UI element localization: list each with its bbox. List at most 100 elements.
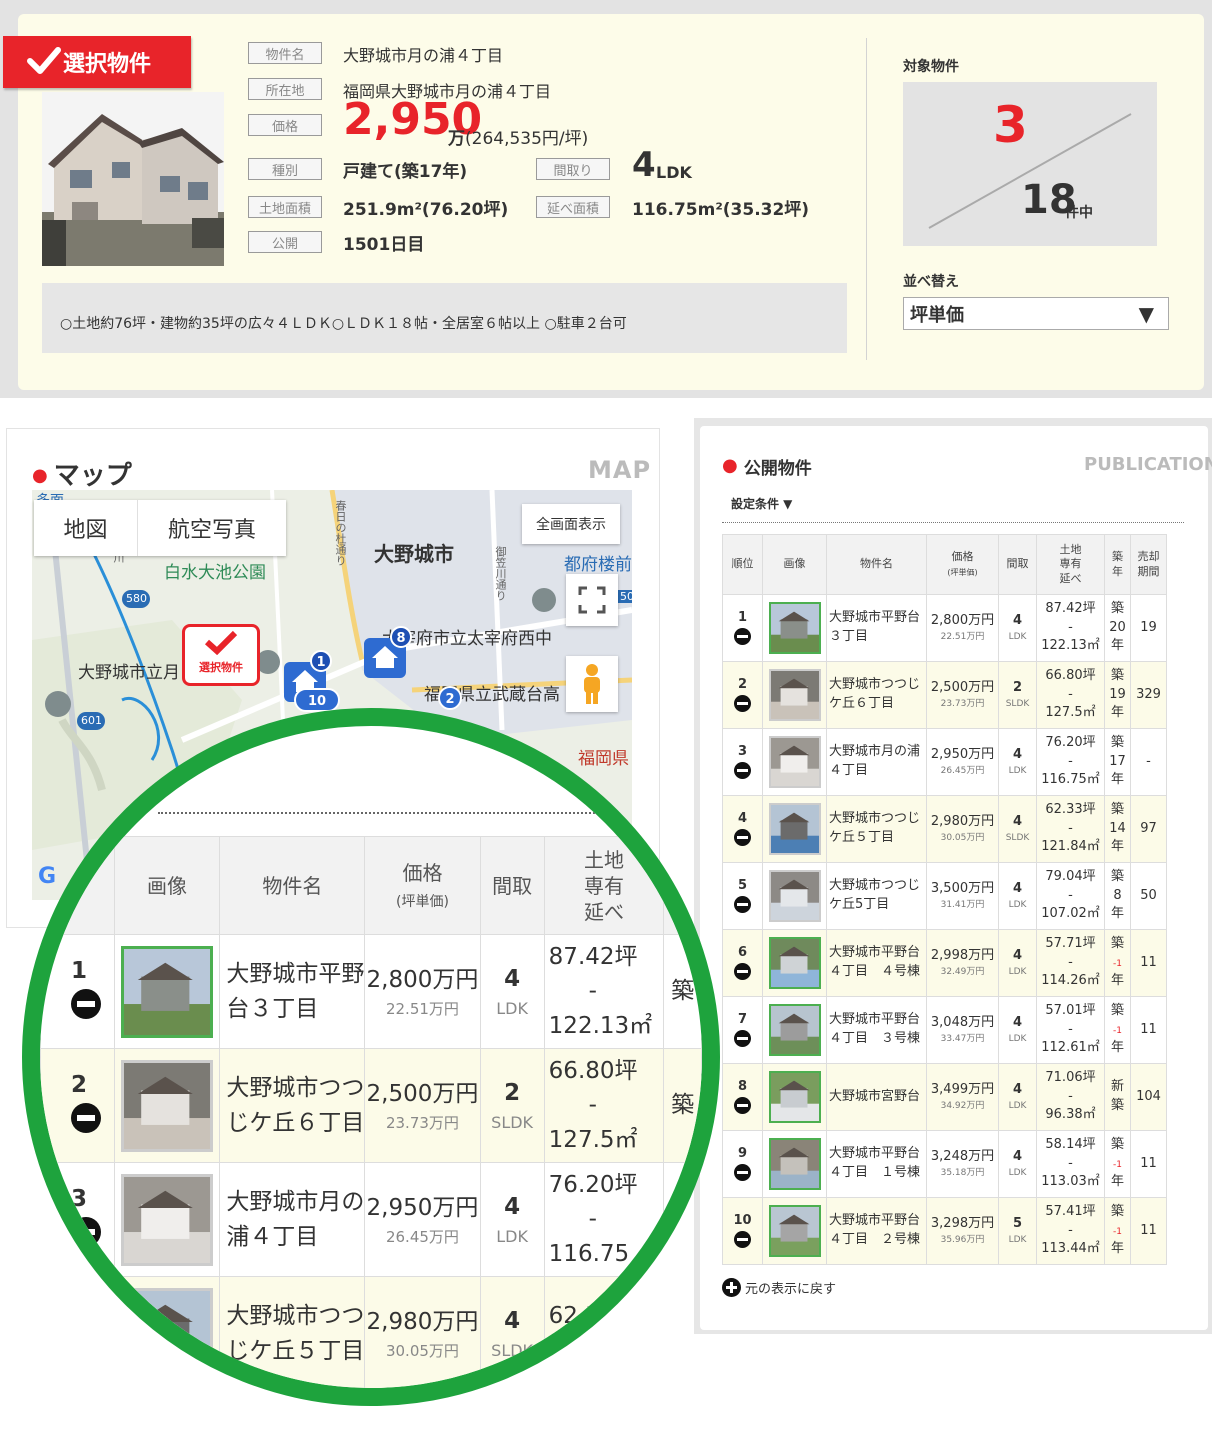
property-thumbnail[interactable] xyxy=(768,937,821,989)
property-thumbnail[interactable] xyxy=(768,736,821,788)
minus-icon[interactable] xyxy=(734,1030,751,1047)
name-cell[interactable]: 大野城市月の浦４丁目 xyxy=(826,728,927,796)
zoom-price-value: 2,800万円 xyxy=(366,967,479,993)
table-row[interactable]: 7 大野城市平野台４丁目 ３号棟 3,048万円 33.47万円 4 LDK 57.01坪 -… xyxy=(722,996,1167,1064)
table-row[interactable]: 2 大野城市つつじケ丘６丁目 2,500万円 23.73万円 2 SLDK 66.80坪 - 1… xyxy=(722,661,1167,729)
table-row[interactable]: 4 大野城市つつじケ丘５丁目 2,980万円 30.05万円 4 SLDK 62.33坪 - 1… xyxy=(722,795,1167,863)
minus-icon[interactable] xyxy=(734,695,751,712)
rank-number: 6 xyxy=(737,945,748,961)
minus-icon[interactable] xyxy=(734,762,751,779)
age-part-2: -1 xyxy=(1113,958,1122,969)
property-thumbnail[interactable] xyxy=(768,602,821,654)
property-thumbnail[interactable] xyxy=(768,1138,821,1190)
zoom-unit-price: 26.45万円 xyxy=(385,1227,459,1246)
route-505: 505 xyxy=(618,590,632,603)
tab-map[interactable]: 地図 xyxy=(34,500,138,556)
property-thumbnail[interactable] xyxy=(768,669,821,721)
sort-select[interactable]: 坪単価 ▼ xyxy=(903,297,1169,330)
th-name: 物件名 xyxy=(826,534,927,595)
price-cell: 2,500万円 23.73万円 xyxy=(926,661,999,729)
zoom-area-cell: 62.3 xyxy=(543,1276,665,1388)
sort-value: 坪単価 xyxy=(910,305,964,326)
name-cell[interactable]: 大野城市平野台４丁目 ４号棟 xyxy=(826,929,927,997)
age-part-3: 年 xyxy=(1110,1040,1124,1056)
age-part-2: 17 xyxy=(1109,753,1126,769)
minus-icon[interactable] xyxy=(734,963,751,980)
minus-icon[interactable] xyxy=(734,1097,751,1114)
name-cell[interactable]: 大野城市平野台４丁目 ２号棟 xyxy=(826,1197,927,1265)
layout-cell: 4 SLDK xyxy=(998,795,1037,863)
minus-icon[interactable] xyxy=(734,829,751,846)
unit-price: 26.45万円 xyxy=(940,765,985,776)
name-cell[interactable]: 大野城市つつじケ丘６丁目 xyxy=(826,661,927,729)
image-cell[interactable] xyxy=(762,661,827,729)
table-row[interactable]: 8 大野城市宮野台 3,499万円 34.92万円 4 LDK 71.06坪 - 96.38㎡新… xyxy=(722,1063,1167,1131)
image-cell[interactable] xyxy=(762,728,827,796)
zoom-table-header: 画像 物件名 価格 (坪単価) 間取 土地 専有 延べ xyxy=(40,836,702,935)
property-thumbnail[interactable] xyxy=(768,803,821,855)
map-title: ● マップ xyxy=(32,455,132,492)
property-thumbnail[interactable] xyxy=(768,1205,821,1257)
expand-button[interactable] xyxy=(566,574,618,626)
rank-cell: 6 xyxy=(722,929,763,997)
table-row[interactable]: 1 大野城市平野台３丁目 2,800万円 22.51万円 4 LDK 87.42坪 - 122.… xyxy=(722,594,1167,662)
table-row[interactable]: 9 大野城市平野台４丁目 １号棟 3,248万円 35.18万円 4 LDK 58.14坪 -… xyxy=(722,1130,1167,1198)
sale-cell: 11 xyxy=(1130,1197,1167,1265)
map-marker[interactable]: 8 xyxy=(364,626,412,678)
image-cell[interactable] xyxy=(762,1063,827,1131)
table-row[interactable]: 10 大野城市平野台４丁目 ２号棟 3,298万円 35.96万円 5 LDK 57.41坪… xyxy=(722,1197,1167,1265)
zoomed-table: 画像 物件名 価格 (坪単価) 間取 土地 専有 延べ 1 大野城市平野台３丁目 2,80… xyxy=(40,836,702,1388)
minus-icon[interactable] xyxy=(734,1164,751,1181)
back-link[interactable]: 元の表示に戻す xyxy=(722,1278,836,1297)
image-cell[interactable] xyxy=(762,594,827,662)
property-thumbnail[interactable] xyxy=(768,1071,821,1123)
table-row[interactable]: 5 大野城市つつじケ丘5丁目 3,500万円 31.41万円 4 LDK 79.04坪 - 10… xyxy=(722,862,1167,930)
floor-area: 112.61㎡ xyxy=(1041,1040,1100,1056)
minus-icon[interactable] xyxy=(734,1231,751,1248)
name-cell[interactable]: 大野城市宮野台 xyxy=(826,1063,927,1131)
layout-number: 4 xyxy=(1012,1015,1023,1031)
table-header: 順位 画像 物件名 価格 (坪単価) 間取 土地 専有 延べ 築年 売却 期間 xyxy=(722,534,1167,595)
zoom-price-value: 2,950万円 xyxy=(366,1195,479,1221)
minus-icon[interactable] xyxy=(734,896,751,913)
tab-aerial[interactable]: 航空写真 xyxy=(138,500,286,556)
image-cell[interactable] xyxy=(762,929,827,997)
table-row[interactable]: 3 大野城市月の浦４丁目 2,950万円 26.45万円 4 LDK 76.20坪 - 116.… xyxy=(722,728,1167,796)
image-cell[interactable] xyxy=(762,996,827,1064)
land-area: 57.71坪 xyxy=(1045,935,1096,951)
layout-type: LDK xyxy=(1008,966,1027,977)
selected-map-marker[interactable]: 選択物件 xyxy=(182,624,260,686)
zoom-table-row: 2 大野城市つつじケ丘６丁目 2,500万円 23.73万円 2 SLDK 66.80坪 - 1… xyxy=(40,1048,702,1163)
property-thumbnail[interactable] xyxy=(768,870,821,922)
image-cell[interactable] xyxy=(762,1130,827,1198)
zoom-extra-cell: 築 xyxy=(663,1048,702,1163)
zoom-rank-number: 2 xyxy=(71,1072,88,1098)
land-area: 66.80坪 xyxy=(1045,667,1096,683)
name-cell[interactable]: 大野城市平野台４丁目 ３号棟 xyxy=(826,996,927,1064)
route-580: 580 xyxy=(126,592,147,605)
zoom-area-dash: - xyxy=(588,978,597,1005)
image-cell[interactable] xyxy=(762,1197,827,1265)
fullscreen-button[interactable]: 全画面表示 xyxy=(522,504,620,544)
land-area: 57.01坪 xyxy=(1045,1002,1096,1018)
zoom-area-dash: - xyxy=(588,1206,597,1233)
marker-number[interactable]: 10 xyxy=(294,688,340,712)
name-cell[interactable]: 大野城市平野台３丁目 xyxy=(826,594,927,662)
streetview-button[interactable] xyxy=(566,656,618,712)
zoom-extra-cell xyxy=(663,1276,702,1388)
property-thumbnail[interactable] xyxy=(768,1004,821,1056)
condition-toggle[interactable]: 設定条件 ▼ xyxy=(731,495,792,512)
marker-number[interactable]: 2 xyxy=(438,686,462,710)
name-cell[interactable]: 大野城市平野台４丁目 １号棟 xyxy=(826,1130,927,1198)
image-cell[interactable] xyxy=(762,795,827,863)
land-area: 79.04坪 xyxy=(1045,868,1096,884)
minus-icon xyxy=(71,1330,101,1361)
name-cell[interactable]: 大野城市つつじケ丘5丁目 xyxy=(826,862,927,930)
name-cell[interactable]: 大野城市つつじケ丘５丁目 xyxy=(826,795,927,863)
minus-icon[interactable] xyxy=(734,628,751,645)
image-cell[interactable] xyxy=(762,862,827,930)
table-row[interactable]: 6 大野城市平野台４丁目 ４号棟 2,998万円 32.49万円 4 LDK 57.71坪 -… xyxy=(722,929,1167,997)
area-dash: - xyxy=(1068,887,1073,903)
unit-price: 32.49万円 xyxy=(940,966,985,977)
age-part-1: 築 xyxy=(1110,1002,1124,1018)
